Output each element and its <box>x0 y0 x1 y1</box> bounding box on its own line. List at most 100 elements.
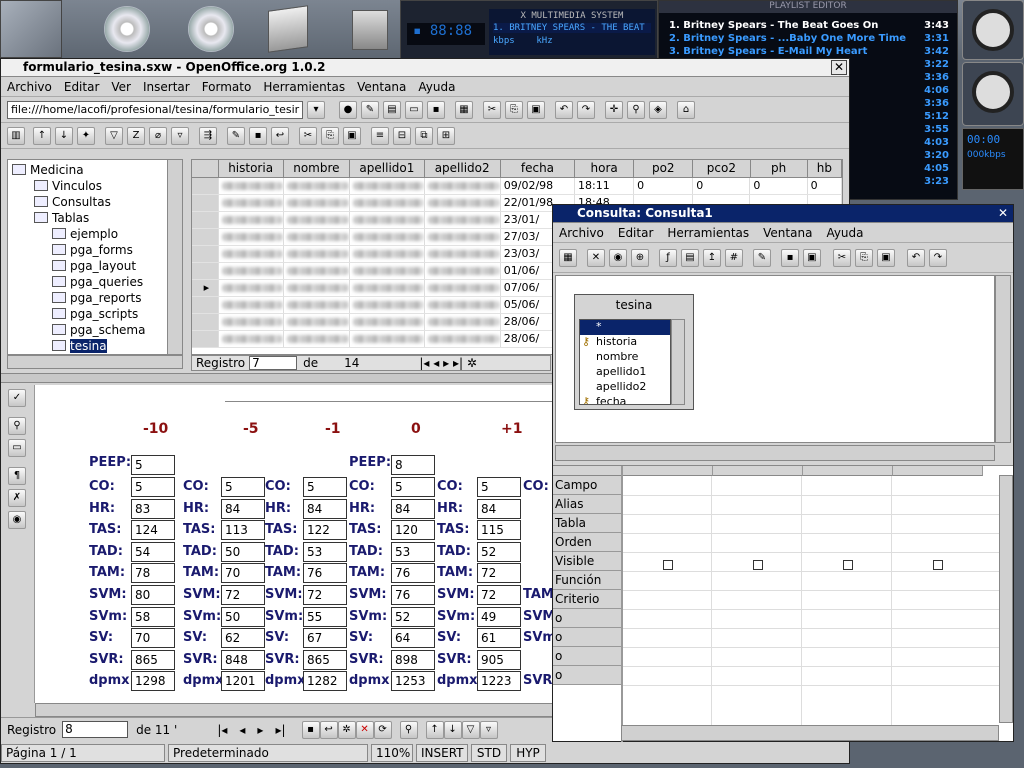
explorer-on-icon[interactable]: ⊞ <box>437 126 455 145</box>
vital-field[interactable]: 70 <box>221 563 265 584</box>
function-icon[interactable]: ƒ <box>659 248 677 267</box>
row-selector[interactable] <box>192 212 219 228</box>
tree-node[interactable]: Medicina <box>12 162 182 178</box>
gallery-icon[interactable]: ◈ <box>649 100 667 119</box>
grid-record-field[interactable]: 7 <box>249 356 298 370</box>
tree-scrollbar[interactable] <box>167 159 183 355</box>
row-selector[interactable] <box>192 263 219 279</box>
image-icon[interactable]: ⌂ <box>677 100 695 119</box>
spellcheck-icon[interactable]: ✓ <box>8 389 26 407</box>
dock-app-icon-2[interactable] <box>962 62 1024 126</box>
vital-field[interactable]: 5 <box>303 477 347 497</box>
menu-ventana[interactable]: Ventana <box>357 80 406 94</box>
find-icon[interactable]: ⚲ <box>8 417 26 435</box>
add-table-icon[interactable]: ⊕ <box>631 248 649 267</box>
vital-field[interactable]: 55 <box>303 606 347 627</box>
url-field[interactable]: file:///home/lacofi/profesional/tesina/f… <box>7 100 303 119</box>
print-icon[interactable]: ▦ <box>455 100 473 119</box>
next-record-icon[interactable]: ▸ <box>443 356 449 370</box>
tree-node[interactable]: pga_forms <box>12 242 182 258</box>
sort-icon[interactable]: Z <box>127 126 145 145</box>
new-icon[interactable]: ▤ <box>383 100 401 119</box>
new-record-icon-2[interactable]: ✲ <box>337 720 356 739</box>
sort-asc-icon-2[interactable]: ↑ <box>425 720 444 739</box>
grid-column-header[interactable]: apellido2 <box>425 160 501 177</box>
vital-field[interactable]: 84 <box>391 498 435 519</box>
row-selector[interactable] <box>192 331 219 347</box>
filter-icon[interactable]: ▽ <box>105 126 123 145</box>
column-header[interactable] <box>713 466 803 476</box>
vital-field[interactable]: 67 <box>303 628 347 649</box>
vital-field[interactable]: 84 <box>221 498 265 519</box>
dropdown-arrow-icon[interactable]: ▾ <box>307 100 325 119</box>
clear-query-icon[interactable]: ✕ <box>587 248 605 267</box>
tree-node[interactable]: Consultas <box>12 194 182 210</box>
grid-column-header[interactable]: pco2 <box>693 160 751 177</box>
query-menu-ayuda[interactable]: Ayuda <box>826 226 863 240</box>
tree-hscrollbar[interactable] <box>7 355 183 369</box>
vital-field[interactable]: 62 <box>221 628 265 649</box>
row-selector[interactable] <box>192 314 219 330</box>
status-zoom[interactable]: 110% <box>371 744 413 762</box>
undo-record-icon[interactable]: ↩ <box>271 126 289 145</box>
vital-field[interactable]: 58 <box>131 606 175 627</box>
vital-field[interactable]: 76 <box>391 585 435 605</box>
vital-field[interactable]: 5 <box>477 477 521 497</box>
menu-ver[interactable]: Ver <box>111 80 131 94</box>
close-icon[interactable]: ✕ <box>831 60 847 75</box>
table-row[interactable]: 09/02/98 18:11 0 0 0 0 <box>192 178 842 195</box>
field-item[interactable]: nombre <box>580 350 670 365</box>
printer-icon[interactable] <box>352 10 388 50</box>
tree-node[interactable]: tesina <box>12 338 182 354</box>
query-menu-ventana[interactable]: Ventana <box>763 226 812 240</box>
grid-column-header[interactable]: hb <box>808 160 842 177</box>
grid-column-header[interactable]: fecha <box>501 160 576 177</box>
vital-field[interactable]: 865 <box>131 649 175 670</box>
autospell-icon[interactable]: ✗ <box>8 489 26 507</box>
new-record-icon[interactable]: ✲ <box>467 356 477 370</box>
alias-icon[interactable]: ↥ <box>703 248 721 267</box>
copy-icon-2[interactable]: ⎘ <box>321 126 339 145</box>
menu-archivo[interactable]: Archivo <box>7 80 52 94</box>
row-selector[interactable] <box>192 297 219 313</box>
cut-icon-2[interactable]: ✂ <box>299 126 317 145</box>
vital-field[interactable]: 53 <box>391 541 435 562</box>
save-record-icon[interactable]: ▪ <box>249 126 267 145</box>
vital-field[interactable]: 113 <box>221 520 265 541</box>
delete-record-icon[interactable]: ✕ <box>355 720 374 739</box>
save-query-icon[interactable]: ▪ <box>781 248 799 267</box>
save-record-icon-2[interactable]: ▪ <box>301 720 320 739</box>
navigator-icon[interactable]: ✛ <box>605 100 623 119</box>
db-explorer-icon[interactable]: ▥ <box>7 126 25 145</box>
table-box-tesina[interactable]: tesina * ⚷ historia nombre apellido1 apellido… <box>574 294 694 410</box>
vital-field[interactable]: 122 <box>303 520 347 541</box>
remove-filter-icon[interactable]: ⌀ <box>149 126 167 145</box>
field-item[interactable]: ⚷ fecha <box>580 395 670 404</box>
autofilter-icon[interactable]: ✦ <box>77 126 95 145</box>
table-name-icon[interactable]: ▤ <box>681 248 699 267</box>
edit-data-icon[interactable]: ✎ <box>227 126 245 145</box>
paragraph-icon[interactable]: ¶ <box>8 467 26 485</box>
vital-field[interactable]: 70 <box>131 628 175 649</box>
undo-record-icon-2[interactable]: ↩ <box>319 720 338 739</box>
vital-field[interactable]: 72 <box>477 585 521 605</box>
vital-field[interactable]: 52 <box>477 541 521 562</box>
status-hyperlink-mode[interactable]: HYP <box>510 744 546 762</box>
globe-icon[interactable]: ◉ <box>8 511 26 529</box>
tree-node[interactable]: ejemplo <box>12 226 182 242</box>
cut-icon-3[interactable]: ✂ <box>833 248 851 267</box>
data-to-text-icon[interactable]: ⇶ <box>199 126 217 145</box>
visible-checkbox[interactable] <box>753 560 763 570</box>
query-menu-archivo[interactable]: Archivo <box>559 226 604 240</box>
menu-herramientas[interactable]: Herramientas <box>263 80 345 94</box>
close-icon[interactable]: ✕ <box>995 206 1011 221</box>
query-titlebar[interactable]: Consulta: Consulta1 ✕ <box>553 205 1013 223</box>
refresh-icon[interactable]: ⟳ <box>373 720 392 739</box>
last-record-icon-2[interactable]: ▸| <box>275 723 285 737</box>
vital-field[interactable]: 1201 <box>221 671 265 692</box>
visible-checkbox[interactable] <box>663 560 673 570</box>
visible-checkbox[interactable] <box>843 560 853 570</box>
writer-titlebar[interactable]: formulario_tesina.sxw - OpenOffice.org 1… <box>1 59 849 77</box>
row-selector[interactable] <box>192 246 219 262</box>
copy-icon-3[interactable]: ⎘ <box>855 248 873 267</box>
